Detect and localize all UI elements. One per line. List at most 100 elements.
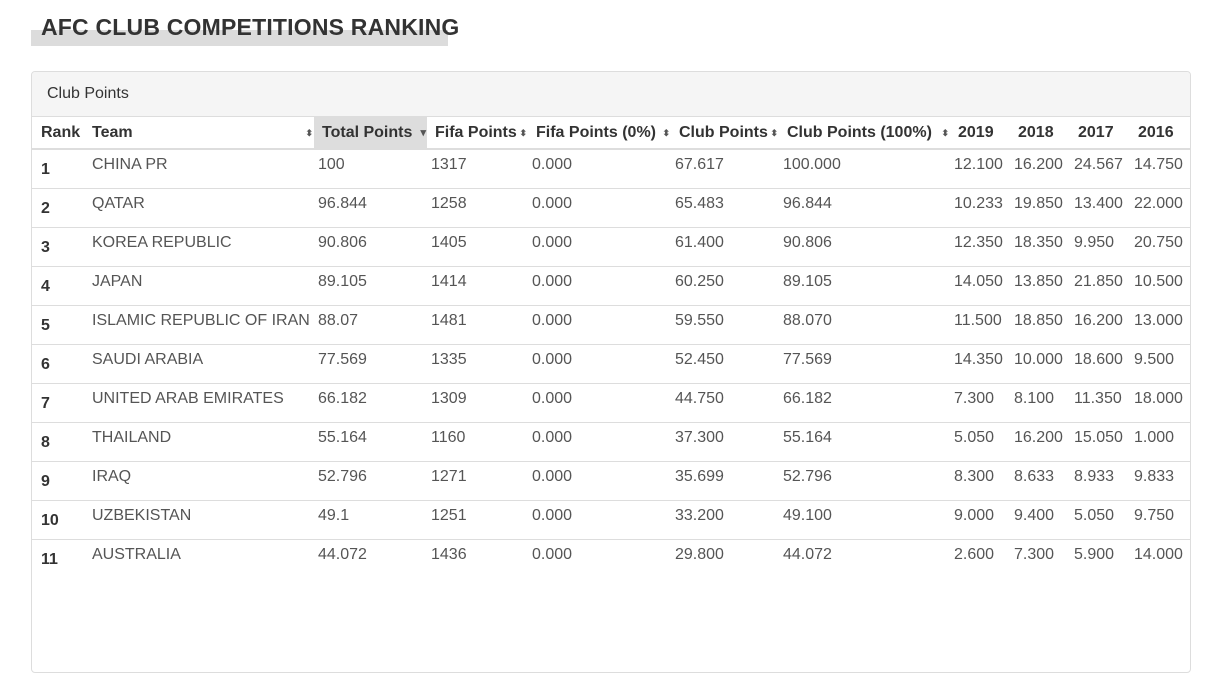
- ranking-panel: Club Points Rank Team ⬍ Total Points ▾ Fifa P…: [31, 71, 1191, 673]
- cell-2016: 1.000: [1130, 422, 1190, 462]
- cell-2018: 18.350: [1010, 227, 1070, 267]
- cell-club-points-100: 44.072: [779, 539, 950, 578]
- cell-2018: 7.300: [1010, 539, 1070, 578]
- cell-2019: 12.100: [950, 148, 1010, 189]
- cell-club-points-100: 89.105: [779, 266, 950, 306]
- cell-2017: 18.600: [1070, 344, 1130, 384]
- cell-team: QATAR: [87, 188, 314, 228]
- cell-2019: 7.300: [950, 383, 1010, 423]
- cell-club-points: 33.200: [671, 500, 779, 540]
- cell-2017: 5.900: [1070, 539, 1130, 578]
- column-header-club-points[interactable]: Club Points ⬍: [671, 117, 779, 150]
- cell-2019: 5.050: [950, 422, 1010, 462]
- cell-club-points-100: 52.796: [779, 461, 950, 501]
- cell-total-points: 77.569: [314, 344, 427, 384]
- cell-fifa-points: 1414: [427, 266, 528, 306]
- cell-fifa-points-0: 0.000: [528, 227, 671, 267]
- cell-total-points: 55.164: [314, 422, 427, 462]
- sort-desc-icon[interactable]: ▾: [420, 126, 426, 139]
- cell-total-points: 96.844: [314, 188, 427, 228]
- cell-2019: 10.233: [950, 188, 1010, 228]
- cell-fifa-points-0: 0.000: [528, 344, 671, 384]
- table-row: 1 CHINA PR 100 1317 0.000 67.617 100.000 12.100…: [32, 148, 1190, 189]
- cell-fifa-points-0: 0.000: [528, 188, 671, 228]
- cell-2016: 9.833: [1130, 461, 1190, 501]
- cell-2017: 9.950: [1070, 227, 1130, 267]
- column-label: Fifa Points (0%): [536, 123, 657, 141]
- cell-club-points-100: 66.182: [779, 383, 950, 423]
- sort-icon[interactable]: ⬍: [519, 128, 527, 139]
- cell-fifa-points-0: 0.000: [528, 461, 671, 501]
- cell-fifa-points: 1271: [427, 461, 528, 501]
- cell-total-points: 66.182: [314, 383, 427, 423]
- cell-2017: 15.050: [1070, 422, 1130, 462]
- cell-club-points-100: 90.806: [779, 227, 950, 267]
- column-label: 2019: [958, 123, 994, 141]
- column-header-team[interactable]: Team ⬍: [87, 117, 314, 150]
- cell-2016: 14.750: [1130, 148, 1190, 189]
- page-title: AFC CLUB COMPETITIONS RANKING: [41, 14, 460, 40]
- cell-2016: 18.000: [1130, 383, 1190, 423]
- cell-rank: 5: [32, 305, 87, 345]
- cell-fifa-points-0: 0.000: [528, 148, 671, 189]
- column-label: 2016: [1138, 123, 1174, 141]
- cell-fifa-points-0: 0.000: [528, 266, 671, 306]
- cell-club-points-100: 100.000: [779, 148, 950, 189]
- cell-2018: 18.850: [1010, 305, 1070, 345]
- cell-total-points: 52.796: [314, 461, 427, 501]
- cell-fifa-points-0: 0.000: [528, 500, 671, 540]
- cell-2019: 11.500: [950, 305, 1010, 345]
- cell-rank: 3: [32, 227, 87, 267]
- cell-rank: 9: [32, 461, 87, 501]
- cell-total-points: 49.1: [314, 500, 427, 540]
- cell-fifa-points: 1436: [427, 539, 528, 578]
- column-header-total-points[interactable]: Total Points ▾: [314, 117, 427, 150]
- cell-2019: 14.050: [950, 266, 1010, 306]
- sort-icon[interactable]: ⬍: [305, 128, 313, 139]
- cell-team: ISLAMIC REPUBLIC OF IRAN: [87, 305, 314, 345]
- sort-icon[interactable]: ⬍: [662, 128, 670, 139]
- column-label: 2018: [1018, 123, 1054, 141]
- column-label: Team: [92, 123, 133, 141]
- cell-2018: 16.200: [1010, 422, 1070, 462]
- column-header-fifa-points[interactable]: Fifa Points ⬍: [427, 117, 528, 150]
- table-row: 4 JAPAN 89.105 1414 0.000 60.250 89.105 14.050 1…: [32, 266, 1190, 306]
- column-header-rank: Rank: [32, 117, 87, 150]
- cell-club-points-100: 96.844: [779, 188, 950, 228]
- cell-2019: 2.600: [950, 539, 1010, 578]
- cell-team: CHINA PR: [87, 148, 314, 189]
- cell-total-points: 88.07: [314, 305, 427, 345]
- cell-fifa-points: 1405: [427, 227, 528, 267]
- cell-2019: 12.350: [950, 227, 1010, 267]
- cell-2018: 13.850: [1010, 266, 1070, 306]
- sort-icon[interactable]: ⬍: [770, 128, 778, 139]
- column-label: 2017: [1078, 123, 1114, 141]
- column-header-club-points-100[interactable]: Club Points (100%) ⬍: [779, 117, 950, 150]
- column-header-fifa-points-0[interactable]: Fifa Points (0%) ⬍: [528, 117, 671, 150]
- cell-2018: 19.850: [1010, 188, 1070, 228]
- cell-2018: 10.000: [1010, 344, 1070, 384]
- cell-2019: 14.350: [950, 344, 1010, 384]
- table-row: 6 SAUDI ARABIA 77.569 1335 0.000 52.450 77.569…: [32, 344, 1190, 384]
- cell-rank: 6: [32, 344, 87, 384]
- column-label: Rank: [41, 123, 81, 141]
- table-row: 7 UNITED ARAB EMIRATES 66.182 1309 0.000 44.7…: [32, 383, 1190, 423]
- cell-club-points-100: 77.569: [779, 344, 950, 384]
- sort-icon[interactable]: ⬍: [941, 128, 949, 139]
- cell-team: THAILAND: [87, 422, 314, 462]
- cell-team: UNITED ARAB EMIRATES: [87, 383, 314, 423]
- table-row: 5 ISLAMIC REPUBLIC OF IRAN 88.07 1481 0.000 5…: [32, 305, 1190, 345]
- cell-team: JAPAN: [87, 266, 314, 306]
- column-header-2018: 2018: [1010, 117, 1070, 150]
- cell-2019: 9.000: [950, 500, 1010, 540]
- cell-fifa-points-0: 0.000: [528, 422, 671, 462]
- cell-2016: 22.000: [1130, 188, 1190, 228]
- cell-2017: 13.400: [1070, 188, 1130, 228]
- cell-2018: 8.633: [1010, 461, 1070, 501]
- column-label: Total Points: [322, 123, 413, 141]
- cell-team: UZBEKISTAN: [87, 500, 314, 540]
- cell-fifa-points-0: 0.000: [528, 305, 671, 345]
- cell-club-points: 37.300: [671, 422, 779, 462]
- cell-rank: 1: [32, 148, 87, 189]
- cell-2016: 10.500: [1130, 266, 1190, 306]
